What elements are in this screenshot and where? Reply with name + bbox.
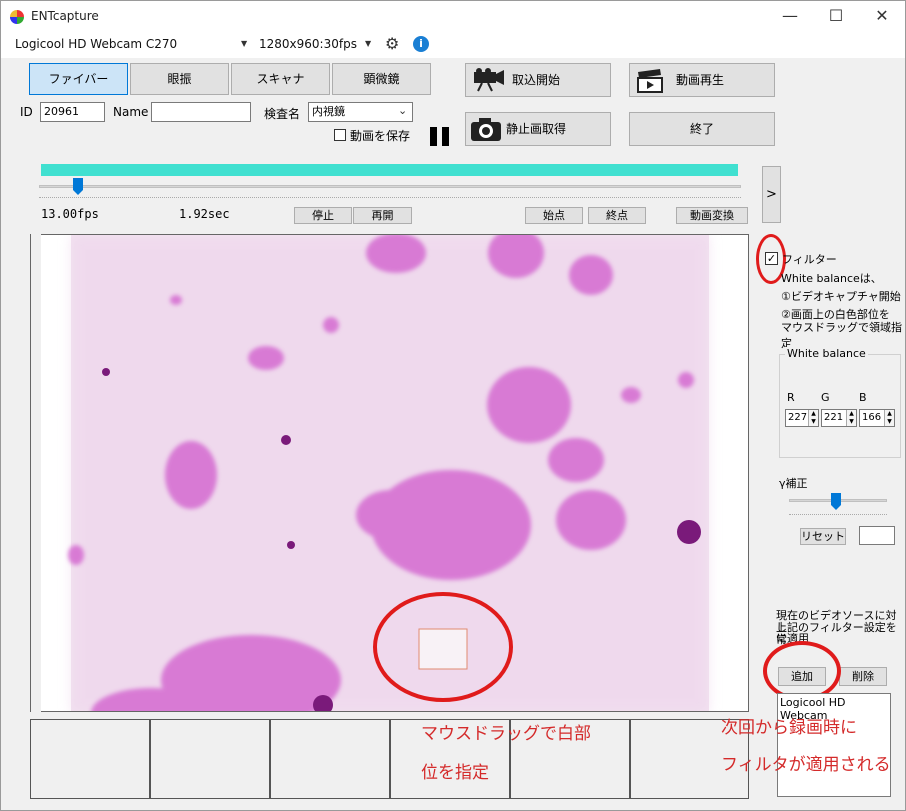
microscope-image (68, 235, 709, 711)
resume-button[interactable]: 再開 (353, 207, 412, 224)
title-bar: ENTcapture — ☐ ✕ (1, 1, 905, 32)
video-play-label: 動画再生 (676, 73, 725, 87)
info-icon[interactable]: i (413, 36, 429, 52)
name-label: Name (113, 105, 149, 119)
b-value: 166 (862, 412, 882, 423)
progress-fill (41, 164, 738, 176)
spinner-arrows-icon[interactable]: ▲ ▼ (808, 410, 818, 426)
seek-track[interactable] (39, 185, 741, 188)
tab-scanner[interactable]: スキャナ (231, 63, 330, 95)
start-point-button[interactable]: 始点 (525, 207, 583, 224)
camera-select[interactable]: Logicool HD Webcam C270 ▼ (15, 37, 250, 51)
name-input[interactable] (151, 102, 251, 122)
progress-bar (41, 164, 738, 176)
record-note-line1: 次回から録画時に (721, 718, 857, 738)
b-spinner[interactable]: 166 ▲ ▼ (859, 409, 895, 427)
r-label: R (787, 391, 795, 404)
clapperboard-icon (636, 68, 666, 94)
still-capture-button[interactable]: 静止画取得 (465, 112, 611, 146)
save-video-label: 動画を保存 (350, 129, 411, 143)
save-video-checkbox[interactable] (334, 129, 346, 141)
capture-start-button[interactable]: 取込開始 (465, 63, 611, 97)
wb-note-2: ①ビデオキャプチャ開始 (781, 290, 901, 303)
filter-label: フィルター (782, 253, 837, 266)
wb-note-1: White balanceは、 (781, 272, 882, 285)
g-spinner[interactable]: 221 ▲ ▼ (821, 409, 857, 427)
app-icon (10, 10, 24, 24)
exam-select[interactable]: 内視鏡 ⌄ (308, 102, 413, 122)
chevron-down-icon: ▼ (365, 39, 372, 48)
time-readout: 1.92sec (179, 207, 230, 221)
gamma-ticks (789, 514, 887, 515)
end-point-button[interactable]: 終点 (588, 207, 646, 224)
fps-readout: 13.00fps (41, 207, 99, 221)
chevron-down-icon: ⌄ (398, 104, 408, 117)
stop-button[interactable]: 停止 (294, 207, 352, 224)
thumbnail-slot[interactable] (270, 719, 390, 799)
convert-video-button[interactable]: 動画変換 (676, 207, 748, 224)
camera-icon (470, 116, 502, 142)
tab-microscope[interactable]: 顕微鏡 (332, 63, 431, 95)
r-spinner[interactable]: 227 ▲ ▼ (785, 409, 819, 427)
delete-button[interactable]: 削除 (839, 667, 887, 686)
b-label: B (859, 391, 867, 404)
chevron-down-icon: ▼ (241, 39, 248, 48)
exam-label: 検査名 (264, 107, 301, 121)
thumbnail-slot[interactable] (30, 719, 150, 799)
drag-note-line1: マウスドラッグで白部 (421, 724, 591, 744)
camera-select-value: Logicool HD Webcam C270 (15, 37, 178, 51)
format-select[interactable]: 1280x960:30fps ▼ (259, 37, 374, 51)
pause-icon-bar-right[interactable] (442, 127, 449, 146)
format-select-value: 1280x960:30fps (259, 37, 357, 51)
thumbnail-slot[interactable] (150, 719, 270, 799)
movie-camera-icon (472, 68, 506, 92)
maximize-button[interactable]: ☐ (813, 1, 859, 32)
id-label: ID (20, 105, 33, 119)
capture-start-label: 取込開始 (512, 73, 561, 87)
minimize-button[interactable]: — (767, 1, 813, 32)
pause-icon-bar-left[interactable] (430, 127, 437, 146)
white-balance-title: White balance (785, 347, 868, 360)
quit-button[interactable]: 終了 (629, 112, 775, 146)
white-balance-group (779, 354, 901, 458)
g-label: G (821, 391, 830, 404)
still-capture-label: 静止画取得 (506, 122, 567, 136)
drag-note-line2: 位を指定 (421, 763, 489, 783)
id-input[interactable]: 20961 (40, 102, 105, 122)
highlight-circle (763, 641, 841, 701)
gamma-label: γ補正 (779, 477, 808, 490)
video-play-button[interactable]: 動画再生 (629, 63, 775, 97)
record-note-line2: フィルタが適用される (721, 755, 891, 775)
seek-slider-thumb[interactable] (72, 178, 83, 195)
close-button[interactable]: ✕ (859, 1, 905, 32)
video-preview[interactable] (30, 234, 749, 712)
spinner-arrows-icon[interactable]: ▲ ▼ (846, 410, 856, 426)
filter-source-list[interactable]: Logicool HD Webcam (777, 693, 891, 797)
expand-panel-button[interactable]: > (762, 166, 781, 223)
gear-icon[interactable]: ⚙ (385, 36, 401, 52)
exam-select-value: 内視鏡 (312, 105, 345, 118)
r-value: 227 (788, 412, 808, 423)
tab-fiber[interactable]: ファイバー (29, 63, 128, 95)
app-window: ENTcapture — ☐ ✕ Logicool HD Webcam C270… (0, 0, 906, 811)
g-value: 221 (824, 412, 844, 423)
seek-ticks (39, 197, 741, 198)
window-title: ENTcapture (31, 9, 99, 23)
tab-nystagmus[interactable]: 眼振 (130, 63, 229, 95)
gamma-slider-thumb[interactable] (831, 493, 842, 510)
preview-margin (1, 234, 41, 712)
spinner-arrows-icon[interactable]: ▲ ▼ (884, 410, 894, 426)
preview-border-left (30, 234, 31, 712)
gamma-value-field[interactable] (859, 526, 895, 545)
reset-button[interactable]: リセット (800, 528, 846, 545)
